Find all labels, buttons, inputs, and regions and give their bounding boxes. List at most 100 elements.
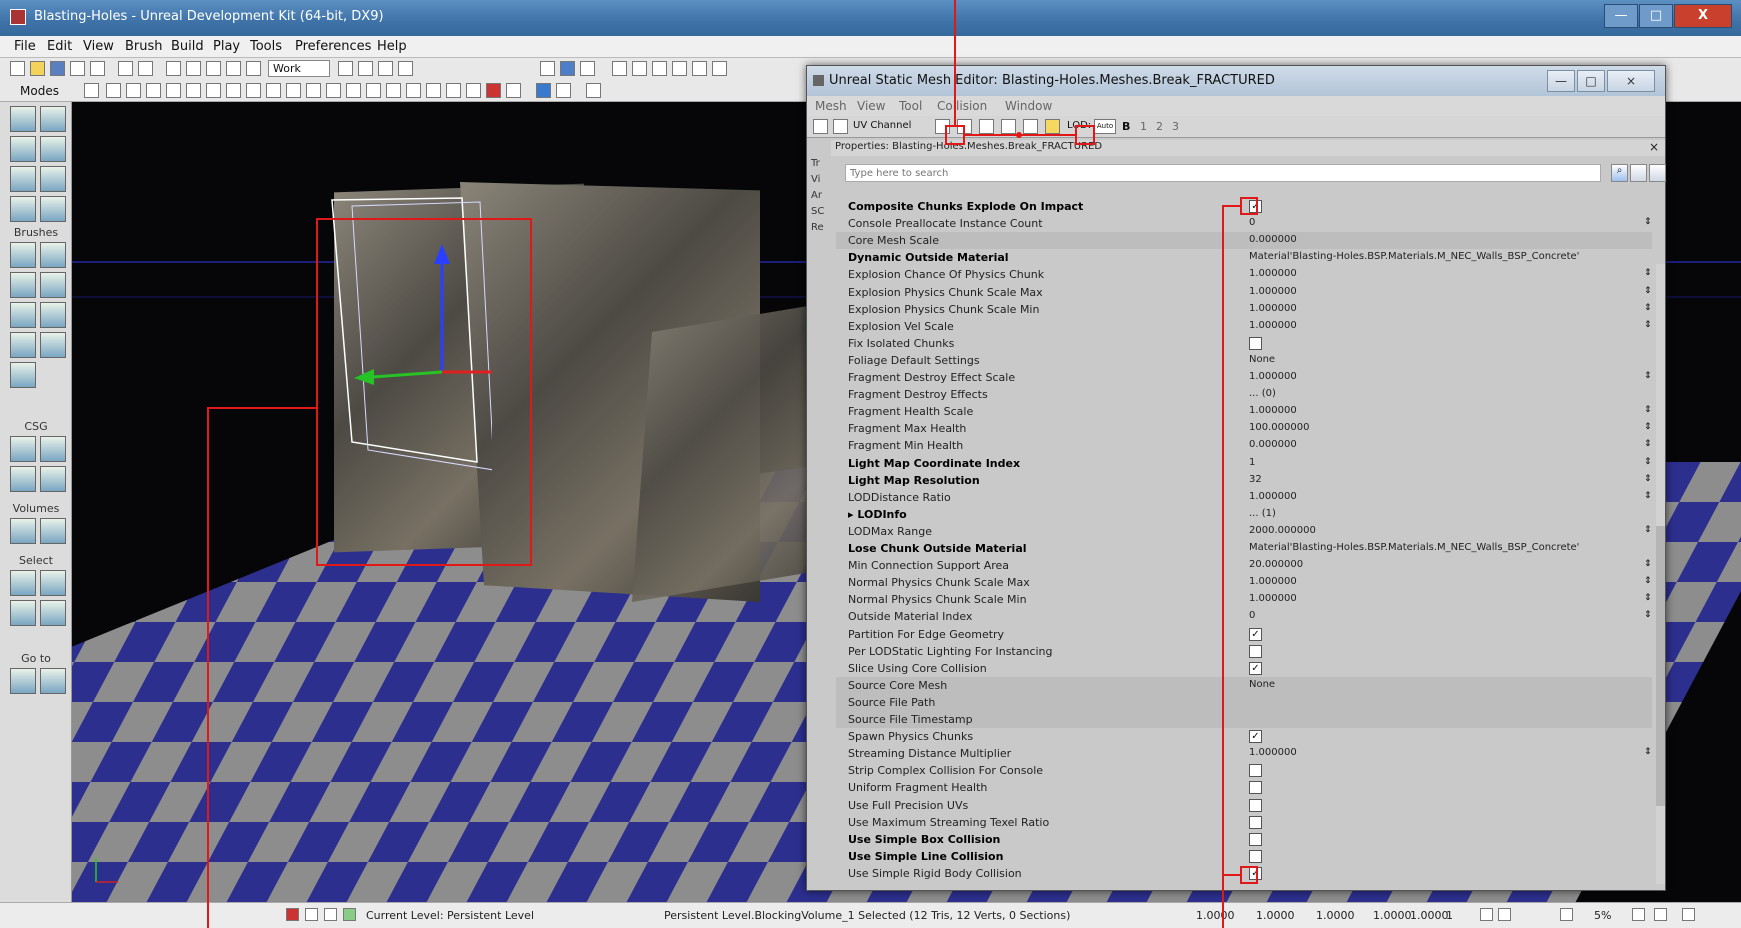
- cover-icon[interactable]: [632, 61, 647, 76]
- scale-icon[interactable]: [226, 61, 241, 76]
- property-value[interactable]: 1.000000: [1249, 320, 1297, 331]
- texture-align-button[interactable]: [40, 136, 66, 162]
- property-row[interactable]: Explosion Vel Scale 1.000000 ⇕: [836, 318, 1652, 335]
- cone-brush-button[interactable]: [40, 242, 66, 268]
- sme-maximize-button[interactable]: □: [1577, 70, 1605, 92]
- build-lighting-icon[interactable]: [560, 61, 575, 76]
- property-row[interactable]: ▸ LODInfo ... (1): [836, 506, 1652, 523]
- property-value[interactable]: 1.000000: [1249, 405, 1297, 416]
- lod-1-button[interactable]: 1: [1140, 120, 1147, 133]
- property-value[interactable]: 0: [1249, 610, 1255, 621]
- property-value[interactable]: 20.000000: [1249, 559, 1303, 570]
- browser-icon[interactable]: [90, 61, 105, 76]
- csg-add-button[interactable]: [10, 436, 36, 462]
- property-row[interactable]: Uniform Fragment Health: [836, 779, 1652, 796]
- show-sockets-icon[interactable]: [1023, 119, 1038, 134]
- spin-arrows-icon[interactable]: ⇕: [1644, 491, 1652, 501]
- hide-selected-button[interactable]: [40, 570, 66, 596]
- world-properties-icon[interactable]: [466, 83, 481, 98]
- property-value[interactable]: 0: [1249, 217, 1255, 228]
- property-value[interactable]: 32: [1249, 474, 1262, 485]
- window-icon[interactable]: [506, 83, 521, 98]
- property-row[interactable]: Console Preallocate Instance Count 0 ⇕: [836, 215, 1652, 232]
- spin-arrows-icon[interactable]: ⇕: [1644, 320, 1652, 330]
- spin-arrows-icon[interactable]: ⇕: [1644, 405, 1652, 415]
- terrain-mode-icon[interactable]: [166, 83, 181, 98]
- cover-edit-icon[interactable]: [266, 83, 281, 98]
- matinee-icon[interactable]: [378, 61, 393, 76]
- sme-uv-icon[interactable]: [813, 119, 828, 134]
- menu-edit[interactable]: Edit: [47, 39, 72, 54]
- sme-menu-window[interactable]: Window: [1005, 99, 1052, 113]
- property-value[interactable]: 1.000000: [1249, 371, 1297, 382]
- property-checkbox[interactable]: [1249, 849, 1262, 863]
- side-tab-re[interactable]: Re: [811, 222, 824, 233]
- property-checkbox[interactable]: [1249, 832, 1262, 846]
- level-browser-icon[interactable]: [343, 908, 356, 921]
- property-row[interactable]: LODMax Range 2000.000000 ⇕: [836, 523, 1652, 540]
- properties-close-icon[interactable]: ×: [1649, 140, 1659, 154]
- rotation-snap-icon[interactable]: [1498, 908, 1511, 921]
- side-tab-vi[interactable]: Vi: [811, 174, 820, 185]
- lod-2-button[interactable]: 2: [1156, 120, 1163, 133]
- show-selected-button[interactable]: [10, 570, 36, 596]
- properties-scroll-thumb[interactable]: [1656, 526, 1665, 806]
- menu-help[interactable]: Help: [377, 39, 407, 54]
- rotation-grid-value[interactable]: 1.0000: [1256, 909, 1295, 922]
- property-row[interactable]: Lose Chunk Outside Material Material'Blas…: [836, 540, 1652, 557]
- menu-file[interactable]: File: [14, 39, 36, 54]
- undo-icon[interactable]: [118, 61, 133, 76]
- select-mode-icon[interactable]: [166, 61, 181, 76]
- property-value[interactable]: 1.000000: [1249, 303, 1297, 314]
- property-row[interactable]: Fragment Max Health 100.000000 ⇕: [836, 420, 1652, 437]
- spline-icon[interactable]: [286, 83, 301, 98]
- sphere-brush-button[interactable]: [40, 332, 66, 358]
- linear-stair-brush-button[interactable]: [10, 302, 36, 328]
- add-volume-button[interactable]: [10, 518, 36, 544]
- property-checkbox[interactable]: ✓: [1249, 661, 1262, 675]
- spin-arrows-icon[interactable]: ⇕: [1644, 576, 1652, 586]
- snap-percent-value[interactable]: 5%: [1594, 909, 1611, 922]
- level-grid-icon[interactable]: [324, 908, 337, 921]
- scale-x-value[interactable]: 1.0000: [1316, 909, 1355, 922]
- property-row[interactable]: Fix Isolated Chunks: [836, 335, 1652, 352]
- property-row[interactable]: Light Map Resolution 32 ⇕: [836, 472, 1652, 489]
- save-all-icon[interactable]: [70, 61, 85, 76]
- scale-snap-icon[interactable]: [1560, 908, 1573, 921]
- property-row[interactable]: Explosion Physics Chunk Scale Max 1.00000…: [836, 284, 1652, 301]
- level-lock-icon[interactable]: [286, 908, 299, 921]
- lod-base-button[interactable]: B: [1122, 120, 1130, 133]
- csg-subtract-button[interactable]: [40, 436, 66, 462]
- cylinder-brush-button[interactable]: [40, 272, 66, 298]
- csg-intersect-button[interactable]: [10, 466, 36, 492]
- redo-icon[interactable]: [138, 61, 153, 76]
- property-row[interactable]: Use Simple Box Collision: [836, 831, 1652, 848]
- spiral-stair-brush-button[interactable]: [10, 332, 36, 358]
- scale-nonuniform-icon[interactable]: [246, 61, 261, 76]
- property-row[interactable]: Core Mesh Scale 0.000000: [836, 232, 1652, 250]
- rotate-icon[interactable]: [206, 61, 221, 76]
- property-checkbox[interactable]: [1249, 764, 1262, 778]
- property-value[interactable]: None: [1249, 679, 1275, 690]
- save-icon[interactable]: [50, 61, 65, 76]
- property-value[interactable]: 1.000000: [1249, 593, 1297, 604]
- landscape-icon[interactable]: [246, 83, 261, 98]
- scale-z-value[interactable]: 1.0000: [1410, 909, 1449, 922]
- static-mesh-button[interactable]: [40, 196, 66, 222]
- scale-y-value[interactable]: 1.0000: [1373, 909, 1412, 922]
- sme-menu-tool[interactable]: Tool: [899, 99, 922, 113]
- record-icon[interactable]: [486, 83, 501, 98]
- property-value[interactable]: Material'Blasting-Holes.BSP.Materials.M_…: [1249, 542, 1579, 553]
- fractured-wall-piece[interactable]: [632, 302, 832, 602]
- property-row[interactable]: Fragment Destroy Effects ... (0): [836, 386, 1652, 403]
- property-value[interactable]: 1.000000: [1249, 747, 1297, 758]
- property-value[interactable]: 100.000000: [1249, 422, 1309, 433]
- build-paths-icon[interactable]: [580, 61, 595, 76]
- uv-channel-label[interactable]: UV Channel: [853, 120, 911, 131]
- build-all-icon[interactable]: [612, 61, 627, 76]
- group-icon[interactable]: [406, 83, 421, 98]
- spin-arrows-icon[interactable]: ⇕: [1644, 559, 1652, 569]
- fracture-tool-icon[interactable]: [1045, 119, 1060, 134]
- goto-actor-button[interactable]: [10, 668, 36, 694]
- curved-stair-brush-button[interactable]: [10, 272, 36, 298]
